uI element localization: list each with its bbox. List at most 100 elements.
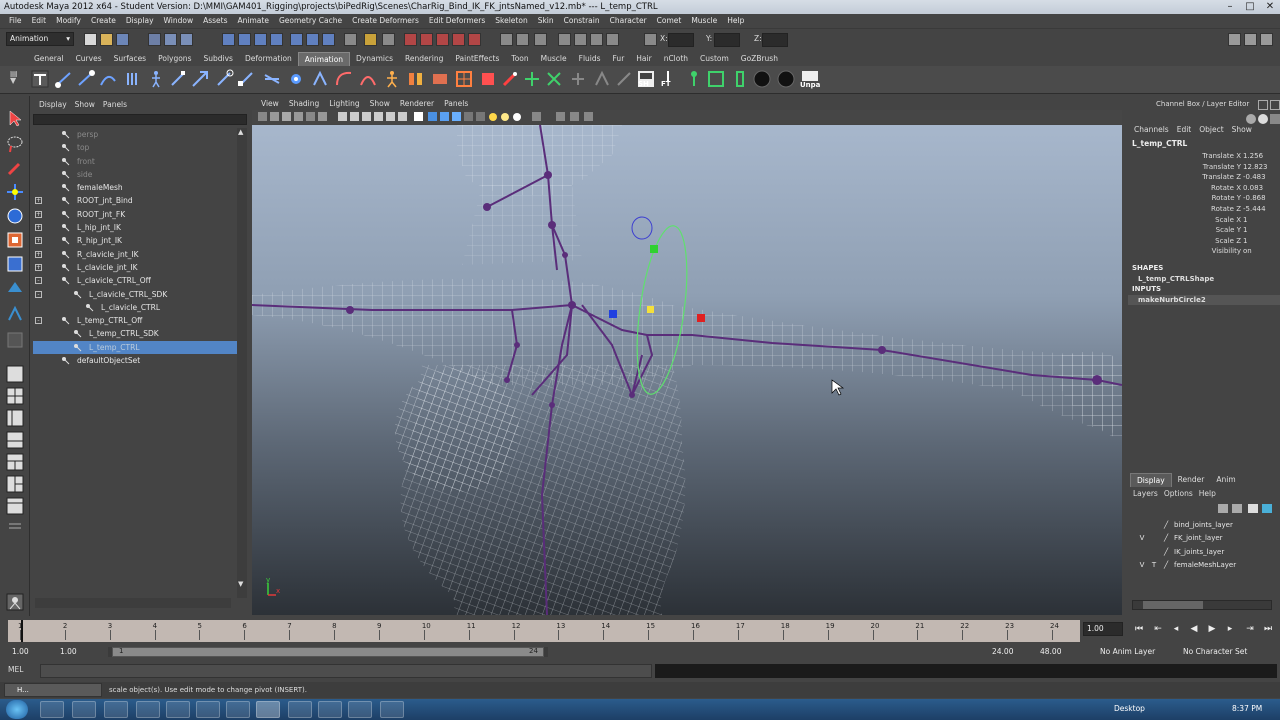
layer-row[interactable]: V T ╱ femaleMeshLayer xyxy=(1130,559,1278,572)
channel-value[interactable]: -5.444 xyxy=(1243,204,1266,215)
shelf-tab-toon[interactable]: Toon xyxy=(505,52,534,66)
wrap-deformer-icon[interactable] xyxy=(430,69,450,89)
select-rendering-icon[interactable] xyxy=(322,33,335,46)
menu-file[interactable]: File xyxy=(4,14,27,28)
go-to-start-icon[interactable]: ⏮ xyxy=(1133,623,1145,635)
minimize-button[interactable]: – xyxy=(1220,0,1240,14)
outliner-item[interactable]: top xyxy=(33,141,237,154)
taskbar-app9-icon[interactable] xyxy=(288,701,312,718)
new-scene-icon[interactable] xyxy=(84,33,97,46)
channel-value[interactable]: 1 xyxy=(1243,236,1247,247)
taskbar-app3-icon[interactable] xyxy=(104,701,128,718)
point-constraint-icon[interactable] xyxy=(168,69,188,89)
layer-name[interactable]: femaleMeshLayer xyxy=(1174,559,1236,572)
viewport-menu-view[interactable]: View xyxy=(256,98,284,110)
shelf-tab-general[interactable]: General xyxy=(28,52,70,66)
channel-row[interactable]: Translate X 1.256 xyxy=(1128,151,1280,162)
layer-color-swatch[interactable]: ╱ xyxy=(1164,519,1174,532)
channel-value[interactable]: on xyxy=(1243,246,1252,257)
outliner-item[interactable]: + ROOT_jnt_FK xyxy=(33,208,237,221)
blend-shape-icon[interactable] xyxy=(406,69,426,89)
outliner-hscrollbar[interactable] xyxy=(35,598,231,608)
channel-options-icon[interactable] xyxy=(1258,114,1268,124)
outliner-item[interactable]: femaleMesh xyxy=(33,181,237,194)
expand-icon[interactable]: + xyxy=(35,224,42,232)
taskbar-app10-icon[interactable] xyxy=(318,701,342,718)
last-tool-icon[interactable] xyxy=(5,330,25,350)
outliner-item[interactable]: side xyxy=(33,168,237,181)
aim-constraint-icon[interactable] xyxy=(190,69,210,89)
shelf-tab-custom[interactable]: Custom xyxy=(694,52,735,66)
select-object-icon[interactable] xyxy=(164,33,177,46)
render-view-icon[interactable] xyxy=(558,33,571,46)
orient-joint-icon[interactable] xyxy=(568,69,588,89)
green-square-icon[interactable] xyxy=(706,69,726,89)
channel-value[interactable]: 12.823 xyxy=(1243,162,1268,173)
remove-joint-icon[interactable] xyxy=(614,69,634,89)
z-field[interactable] xyxy=(762,33,788,47)
menu-edit[interactable]: Edit xyxy=(27,14,52,28)
viewport-menu-panels[interactable]: Panels xyxy=(439,98,473,110)
render-current-icon[interactable] xyxy=(574,33,587,46)
select-deformations-icon[interactable] xyxy=(290,33,303,46)
go-to-end-icon[interactable]: ⏭ xyxy=(1262,623,1274,635)
layer-color-swatch[interactable]: ╱ xyxy=(1164,559,1174,572)
tool-settings-toggle-icon[interactable] xyxy=(1244,33,1257,46)
sculpt-deformer-icon[interactable] xyxy=(478,69,498,89)
collapse-icon[interactable]: - xyxy=(35,277,42,285)
l-clavicle-ctrl-curve[interactable] xyxy=(631,216,653,240)
taskbar-app6-icon[interactable] xyxy=(196,701,220,718)
reroot-icon[interactable] xyxy=(592,69,612,89)
construction-history-icon[interactable] xyxy=(534,33,547,46)
menu-muscle[interactable]: Muscle xyxy=(686,14,722,28)
layer-move-up-icon[interactable] xyxy=(1218,504,1228,513)
viewport-menu-show[interactable]: Show xyxy=(365,98,395,110)
outliner-item[interactable]: defaultObjectSet xyxy=(33,354,237,367)
layer-name[interactable]: bind_joints_layer xyxy=(1174,519,1233,532)
playback-start-field[interactable]: 1.00 xyxy=(60,646,100,658)
outliner-item[interactable]: L_temp_CTRL xyxy=(33,340,237,355)
character-icon[interactable] xyxy=(382,69,402,89)
mel-label[interactable]: MEL xyxy=(8,665,23,674)
viewport-menu-shading[interactable]: Shading xyxy=(284,98,324,110)
help-icon[interactable] xyxy=(1246,114,1256,124)
manip-z-handle[interactable] xyxy=(609,310,617,318)
layer-color-swatch[interactable]: ╱ xyxy=(1164,546,1174,559)
toolbox-more-icon[interactable] xyxy=(5,516,25,536)
layer-move-down-icon[interactable] xyxy=(1232,504,1242,513)
channel-value[interactable]: -0.483 xyxy=(1243,172,1266,183)
anim-end-field[interactable]: 48.00 xyxy=(1040,646,1080,658)
layer-tab-render[interactable]: Render xyxy=(1172,473,1211,487)
layer-row[interactable]: ╱ IK_joints_layer xyxy=(1130,546,1278,559)
layer-menu-help[interactable]: Help xyxy=(1196,487,1219,501)
outliner-item[interactable]: + ROOT_jnt_Bind xyxy=(33,194,237,207)
channel-row[interactable]: Scale X1 xyxy=(1128,215,1280,226)
channel-value[interactable]: -0.868 xyxy=(1243,193,1266,204)
orient-constraint-icon[interactable] xyxy=(214,69,234,89)
outliner-item[interactable]: + R_clavicle_jnt_IK xyxy=(33,248,237,261)
taskbar-app4-icon[interactable] xyxy=(136,701,160,718)
lock-selection-icon[interactable] xyxy=(364,33,377,46)
expand-icon[interactable]: + xyxy=(35,197,42,205)
shape-node[interactable]: L_temp_CTRLShape xyxy=(1128,274,1280,285)
shelf-tab-animation[interactable]: Animation xyxy=(297,52,351,66)
unparent-icon[interactable]: Unpa xyxy=(800,69,820,89)
channel-row[interactable]: Rotate Z -5.444 xyxy=(1128,204,1280,215)
layer-visibility-toggle[interactable]: V xyxy=(1136,532,1148,545)
menu-display[interactable]: Display xyxy=(121,14,159,28)
shelf-script-ft-icon[interactable]: FT xyxy=(658,69,678,89)
menu-constrain[interactable]: Constrain xyxy=(559,14,605,28)
channel-box-toggle-icon[interactable] xyxy=(1260,33,1273,46)
snap-grid-icon[interactable] xyxy=(404,33,417,46)
select-joints-icon[interactable] xyxy=(238,33,251,46)
shelf-tab-ncloth[interactable]: nCloth xyxy=(658,52,694,66)
collapse-icon[interactable]: - xyxy=(35,317,42,325)
command-input[interactable] xyxy=(40,664,652,678)
layer-tab-display[interactable]: Display xyxy=(1130,473,1172,487)
step-forward-frame-icon[interactable]: ▸ xyxy=(1224,623,1236,635)
y-field[interactable] xyxy=(714,33,740,47)
channel-menu-show[interactable]: Show xyxy=(1228,124,1256,136)
three-pane-layout-icon[interactable] xyxy=(5,474,25,494)
parent-constraint-icon[interactable] xyxy=(262,69,282,89)
shelf-tab-painteffects[interactable]: PaintEffects xyxy=(449,52,505,66)
